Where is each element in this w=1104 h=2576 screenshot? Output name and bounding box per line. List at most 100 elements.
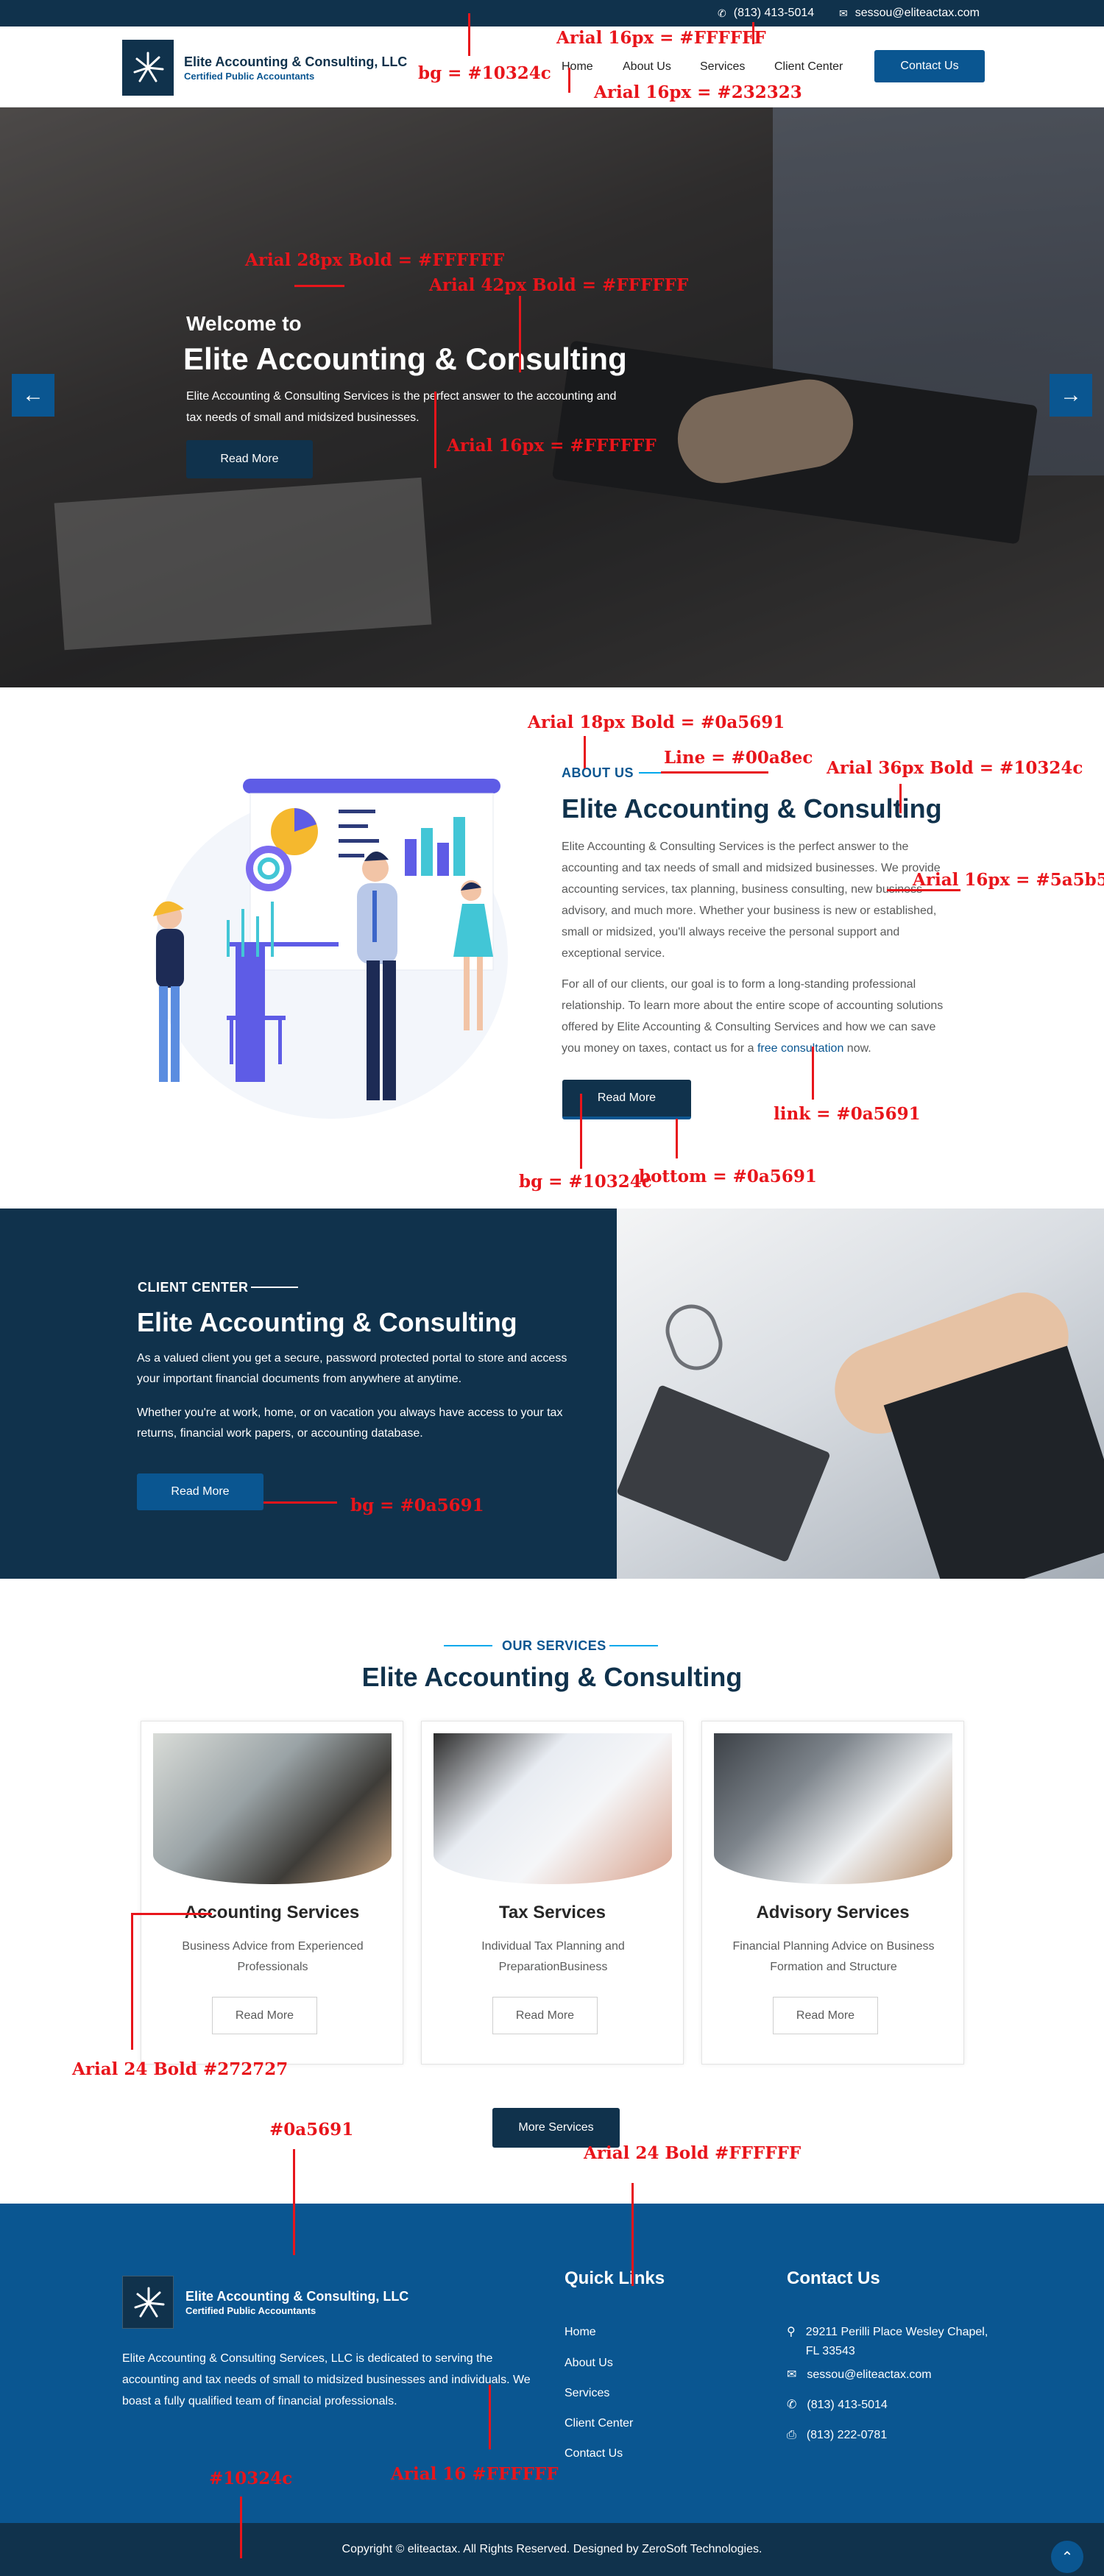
footer-logo[interactable] (122, 2276, 174, 2329)
annotation-label: bg = #0a5691 (350, 1496, 484, 1515)
annotation-line (676, 1119, 678, 1158)
annotation-label: Arial 16px = #FFFFFF (556, 28, 766, 48)
service-description: Business Advice from Experienced Profess… (182, 1940, 364, 1973)
scroll-to-top-button[interactable]: ⌃ (1051, 2541, 1083, 2573)
phone-icon: ✆ (718, 7, 726, 19)
client-photo (617, 1209, 1104, 1579)
nav-about[interactable]: About Us (623, 60, 671, 74)
business-team-illustration-icon (153, 779, 508, 1119)
footer-logo-mark-icon (134, 2287, 165, 2318)
annotation-label: Arial 16px = #232323 (594, 82, 802, 102)
annotation-label: bg = #10324c (519, 1172, 652, 1192)
footer-link-contact[interactable]: Contact Us (565, 2447, 623, 2460)
footer-phone[interactable]: ✆ (813) 413-5014 (787, 2396, 888, 2415)
chevron-up-icon: ⌃ (1061, 2549, 1074, 2566)
annotation-label: Arial 16px = #5a5b5b (913, 870, 1104, 890)
envelope-icon: ✉ (787, 2368, 797, 2381)
annotation-line (899, 784, 902, 813)
annotation-label: Arial 28px Bold = #FFFFFF (245, 250, 505, 270)
hero-welcome: Welcome to (186, 312, 302, 335)
more-services-button[interactable]: More Services (492, 2108, 620, 2148)
annotation-label: #10324c (209, 2469, 293, 2488)
arrow-left-icon: ← (22, 383, 44, 407)
footer-email[interactable]: ✉ sessou@eliteactax.com (787, 2366, 932, 2385)
contact-title: Contact Us (787, 2268, 880, 2288)
annotation-label: bg = #10324c (418, 63, 551, 83)
footer-about-text: Elite Accounting & Consulting Services, … (122, 2352, 531, 2407)
service-description: Individual Tax Planning and PreparationB… (481, 1940, 625, 1973)
footer-brand-tagline: Certified Public Accountants (185, 2305, 316, 2316)
annotation-label: Arial 42px Bold = #FFFFFF (429, 275, 689, 295)
annotation-line (661, 771, 768, 774)
quick-links-title: Quick Links (565, 2268, 665, 2288)
client-read-more-button[interactable]: Read More (137, 1473, 263, 1510)
brand-tagline: Certified Public Accountants (184, 71, 315, 82)
about-paragraph-2: For all of our clients, our goal is to f… (562, 974, 952, 1059)
footer-address: ⚲ 29211 Perilli Place Wesley Chapel, FL … (787, 2323, 1005, 2361)
topbar-email[interactable]: ✉ sessou@eliteactax.com (839, 0, 980, 26)
client-center-section: CLIENT CENTER Elite Accounting & Consult… (0, 1209, 1104, 1579)
nav-client-center[interactable]: Client Center (774, 60, 843, 74)
annotation-label: Arial 24 Bold #272727 (72, 2059, 289, 2079)
client-paragraph-1: As a valued client you get a secure, pas… (137, 1352, 567, 1385)
annotation-label: link = #0a5691 (774, 1104, 921, 1124)
contact-us-button[interactable]: Contact Us (874, 50, 985, 82)
annotation-line (240, 2497, 242, 2558)
about-illustration (118, 773, 530, 1141)
accounting-photo (153, 1733, 392, 1884)
slider-next-button[interactable]: → (1050, 374, 1092, 417)
hero-read-more-button[interactable]: Read More (186, 440, 313, 478)
annotation-label: Line = #00a8ec (664, 748, 813, 768)
map-marker-icon: ⚲ (787, 2326, 796, 2338)
service-read-more-button[interactable]: Read More (212, 1997, 317, 2034)
brand-name: Elite Accounting & Consulting, LLC (184, 54, 408, 69)
footer-phone-text: (813) 413-5014 (807, 2399, 888, 2411)
tax-photo (434, 1733, 672, 1884)
annotation-line (580, 1094, 582, 1169)
client-paragraph-2: Whether you're at work, home, or on vaca… (137, 1406, 563, 1440)
services-title: Elite Accounting & Consulting (361, 1662, 743, 1692)
annotation-line (293, 2149, 295, 2255)
topbar-email-text: sessou@eliteactax.com (854, 7, 980, 19)
annotation-line (631, 2183, 634, 2286)
annotation-line (131, 1913, 212, 1915)
about-paragraph-1: Elite Accounting & Consulting Services i… (562, 841, 941, 960)
service-card-accounting: Accounting Services Business Advice from… (141, 1721, 403, 2064)
about-label: ABOUT US (562, 765, 634, 780)
footer-link-services[interactable]: Services (565, 2387, 609, 2400)
about-paragraph-2-text: For all of our clients, our goal is to f… (562, 978, 944, 1055)
hero-title: Elite Accounting & Consulting (183, 342, 627, 376)
about-title: Elite Accounting & Consulting (562, 793, 942, 824)
footer-email-text: sessou@eliteactax.com (807, 2368, 932, 2381)
copyright-bar: Copyright © eliteactax. All Rights Reser… (0, 2523, 1104, 2576)
service-read-more-button[interactable]: Read More (492, 1997, 598, 2034)
footer-address-text: 29211 Perilli Place Wesley Chapel, FL 33… (805, 2326, 988, 2357)
hero-text: Elite Accounting & Consulting Services i… (186, 390, 617, 424)
annotation-line (294, 285, 344, 287)
annotation-line (584, 736, 586, 768)
logo[interactable] (122, 40, 174, 96)
services-label: OUR SERVICES (502, 1638, 606, 1653)
nav-home[interactable]: Home (562, 60, 593, 74)
glasses-shape (658, 1297, 730, 1378)
free-consultation-link[interactable]: free consultation (757, 1042, 843, 1055)
annotation-label: bottom = #0a5691 (639, 1167, 817, 1186)
footer-fax: ⎙ (813) 222-0781 (787, 2426, 887, 2445)
slider-prev-button[interactable]: ← (12, 374, 54, 417)
annotation-line (434, 392, 436, 468)
footer-link-home[interactable]: Home (565, 2326, 596, 2339)
service-read-more-button[interactable]: Read More (773, 1997, 878, 2034)
annotation-label: Arial 18px Bold = #0a5691 (528, 712, 785, 732)
top-bar: ✆ (813) 413-5014 ✉ sessou@eliteactax.com (0, 0, 1104, 26)
hero-slider: ← → Welcome to Elite Accounting & Consul… (0, 107, 1104, 687)
about-paragraph-2-end: now. (846, 1042, 871, 1055)
service-card-tax: Tax Services Individual Tax Planning and… (421, 1721, 684, 2064)
logo-mark-icon (133, 52, 164, 82)
phone-icon: ✆ (787, 2399, 797, 2411)
nav-services[interactable]: Services (700, 60, 745, 74)
service-card-advisory: Advisory Services Financial Planning Adv… (701, 1721, 964, 2064)
footer-link-client-center[interactable]: Client Center (565, 2417, 633, 2430)
footer-link-about[interactable]: About Us (565, 2357, 613, 2370)
topbar-phone[interactable]: ✆ (813) 413-5014 (718, 0, 814, 26)
service-title: Tax Services (499, 1903, 606, 1922)
